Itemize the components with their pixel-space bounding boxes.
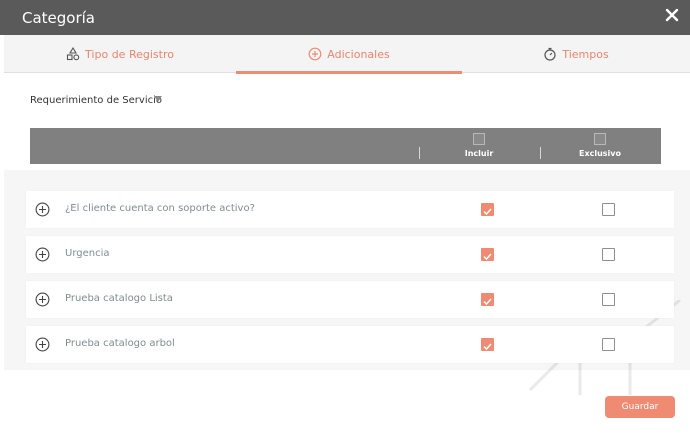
close-icon[interactable] <box>664 7 680 23</box>
row-label: ¿El cliente cuenta con soporte activo? <box>65 203 255 214</box>
column-include-label: Incluir <box>464 149 494 158</box>
select-all-include-checkbox[interactable] <box>473 133 485 145</box>
column-include: Incluir <box>449 133 509 158</box>
service-type-select[interactable]: Requerimiento de Servicio <box>26 90 168 110</box>
tab-label: Tipo de Registro <box>85 47 174 61</box>
table-header: Incluir Exclusivo <box>30 128 661 164</box>
include-checkbox[interactable] <box>481 338 494 351</box>
expand-plus-icon[interactable] <box>35 292 50 307</box>
tab-tiempos[interactable]: Tiempos <box>462 35 690 73</box>
table-row: Prueba catalogo arbol <box>26 326 674 363</box>
plus-circle-icon <box>308 47 322 61</box>
expand-plus-icon[interactable] <box>35 247 50 262</box>
row-label: Prueba catalogo Lista <box>65 293 173 304</box>
exclusive-checkbox[interactable] <box>602 338 615 351</box>
tab-tipo-de-registro[interactable]: Tipo de Registro <box>4 35 236 73</box>
include-checkbox[interactable] <box>481 248 494 261</box>
row-label: Prueba catalogo arbol <box>65 338 175 349</box>
column-divider <box>540 147 541 159</box>
exclusive-checkbox[interactable] <box>602 203 615 216</box>
column-exclusive: Exclusivo <box>570 133 630 158</box>
expand-plus-icon[interactable] <box>35 202 50 217</box>
exclusive-checkbox[interactable] <box>602 248 615 261</box>
tab-label: Adicionales <box>327 47 390 61</box>
tab-adicionales[interactable]: Adicionales <box>236 35 462 74</box>
include-checkbox[interactable] <box>481 203 494 216</box>
expand-plus-icon[interactable] <box>35 337 50 352</box>
column-exclusive-label: Exclusivo <box>578 149 622 158</box>
save-button[interactable]: Guardar <box>605 396 675 418</box>
include-checkbox[interactable] <box>481 293 494 306</box>
column-divider <box>419 147 420 159</box>
dialog-title: Categoría <box>22 9 96 27</box>
table-row: Prueba catalogo Lista <box>26 281 674 318</box>
table-row: Urgencia <box>26 236 674 273</box>
tab-label: Tiempos <box>562 47 609 61</box>
table-row: ¿El cliente cuenta con soporte activo? <box>26 191 674 228</box>
row-label: Urgencia <box>65 248 110 259</box>
select-all-exclusive-checkbox[interactable] <box>594 133 606 145</box>
exclusive-checkbox[interactable] <box>602 293 615 306</box>
chevron-down-icon <box>154 96 162 102</box>
tab-bar: Tipo de Registro Adicionales Tiempos <box>4 35 690 74</box>
shapes-icon <box>66 47 80 61</box>
stopwatch-icon <box>543 47 557 61</box>
dialog-titlebar: Categoría <box>0 0 690 35</box>
select-value: Requerimiento de Servicio <box>30 94 162 106</box>
